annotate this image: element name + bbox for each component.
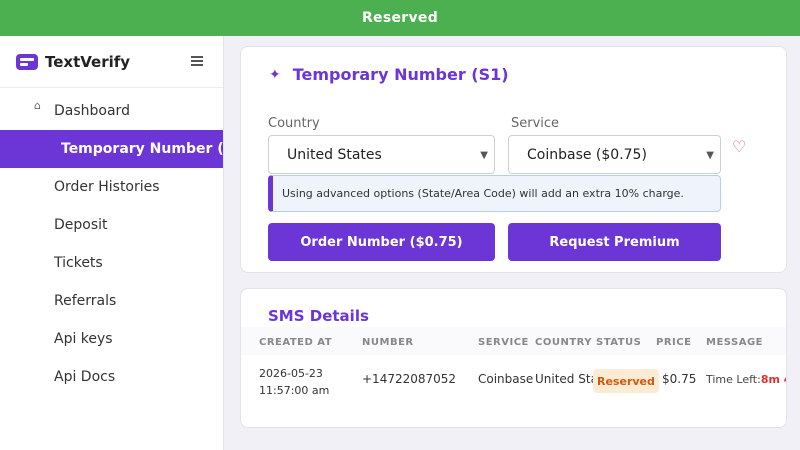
sidebar-item-label: Referrals <box>54 293 117 309</box>
country-select-value: United States <box>287 146 382 163</box>
info-alert: Using advanced options (State/Area Code)… <box>268 175 721 212</box>
sidebar-item-dashboard[interactable]: ⌂ Dashboard <box>0 92 223 130</box>
service-select-value: Coinbase ($0.75) <box>527 146 647 163</box>
sidebar-item-label: Dashboard <box>54 103 130 119</box>
menu-toggle-icon[interactable] <box>191 56 203 66</box>
sidebar: TextVerify ⌂ Dashboard Temporary Number … <box>0 36 224 450</box>
phone-number[interactable]: +14722087052 <box>362 372 456 386</box>
chevron-down-icon: ▼ <box>480 150 488 161</box>
order-card-title-text: Temporary Number (S1) <box>292 65 509 84</box>
sidebar-item-temporary-number[interactable]: Temporary Number (S1) <box>0 130 223 168</box>
service-select[interactable]: Coinbase ($0.75) ▼ <box>508 135 721 174</box>
sidebar-item-label: Api Docs <box>54 369 116 385</box>
main-content: ✦ Temporary Number (S1) Country United S… <box>224 36 800 450</box>
column-header: PRICE <box>656 337 692 348</box>
sidebar-nav: ⌂ Dashboard Temporary Number (S1) Order … <box>0 92 223 396</box>
column-header: NUMBER <box>362 337 414 348</box>
order-card: ✦ Temporary Number (S1) Country United S… <box>240 46 787 273</box>
sms-details-title: SMS Details <box>268 307 369 325</box>
time-left-label: Time Left: <box>706 373 761 386</box>
column-header: SERVICE <box>478 337 529 348</box>
table-header: CREATED AT NUMBER SERVICE COUNTRY STATUS… <box>241 327 786 355</box>
home-icon: ⌂ <box>34 99 41 112</box>
brand-logo-icon <box>16 53 38 70</box>
message-cell: Time Left:8m 49s <box>706 373 786 386</box>
request-premium-button[interactable]: Request Premium <box>508 223 721 261</box>
country-cell: United States <box>535 372 593 386</box>
country-select[interactable]: United States ▼ <box>268 135 495 174</box>
column-header: STATUS <box>596 337 642 348</box>
sidebar-item-label: Order Histories <box>54 179 160 195</box>
time-left-value: 8m 49s <box>760 373 786 386</box>
sms-details-card: SMS Details CREATED AT NUMBER SERVICE CO… <box>240 288 787 428</box>
service-label: Service <box>511 116 560 131</box>
column-header: COUNTRY <box>535 337 593 348</box>
sparkle-icon: ✦ <box>269 66 281 83</box>
sidebar-item-label: Deposit <box>54 217 108 233</box>
sidebar-item-api-keys[interactable]: Api keys <box>0 320 223 358</box>
sidebar-item-tickets[interactable]: Tickets <box>0 244 223 282</box>
sidebar-item-deposit[interactable]: Deposit <box>0 206 223 244</box>
sidebar-item-referrals[interactable]: Referrals <box>0 282 223 320</box>
order-card-title: ✦ Temporary Number (S1) <box>269 65 509 84</box>
order-number-button[interactable]: Order Number ($0.75) <box>268 223 495 261</box>
sidebar-item-label: Temporary Number (S1) <box>61 141 224 157</box>
created-time: 11:57:00 am <box>259 384 330 397</box>
created-date: 2026-05-23 <box>259 367 323 380</box>
status-badge: Reserved <box>593 369 659 393</box>
favorite-heart-icon[interactable]: ♡ <box>732 137 746 156</box>
chevron-down-icon: ▼ <box>706 150 714 161</box>
sidebar-item-label: Api keys <box>54 331 113 347</box>
column-header: CREATED AT <box>259 337 333 348</box>
sidebar-item-label: Tickets <box>54 255 103 271</box>
info-alert-text: Using advanced options (State/Area Code)… <box>282 187 684 200</box>
sidebar-item-order-histories[interactable]: Order Histories <box>0 168 223 206</box>
country-label: Country <box>268 116 320 131</box>
brand-name: TextVerify <box>45 52 131 71</box>
price-cell: $0.75 <box>662 372 697 386</box>
service-cell: Coinbase <box>478 372 534 386</box>
sidebar-item-api-docs[interactable]: Api Docs <box>0 358 223 396</box>
status-banner: Reserved <box>0 0 800 36</box>
brand[interactable]: TextVerify <box>0 36 223 88</box>
column-header: MESSAGE <box>706 337 764 348</box>
